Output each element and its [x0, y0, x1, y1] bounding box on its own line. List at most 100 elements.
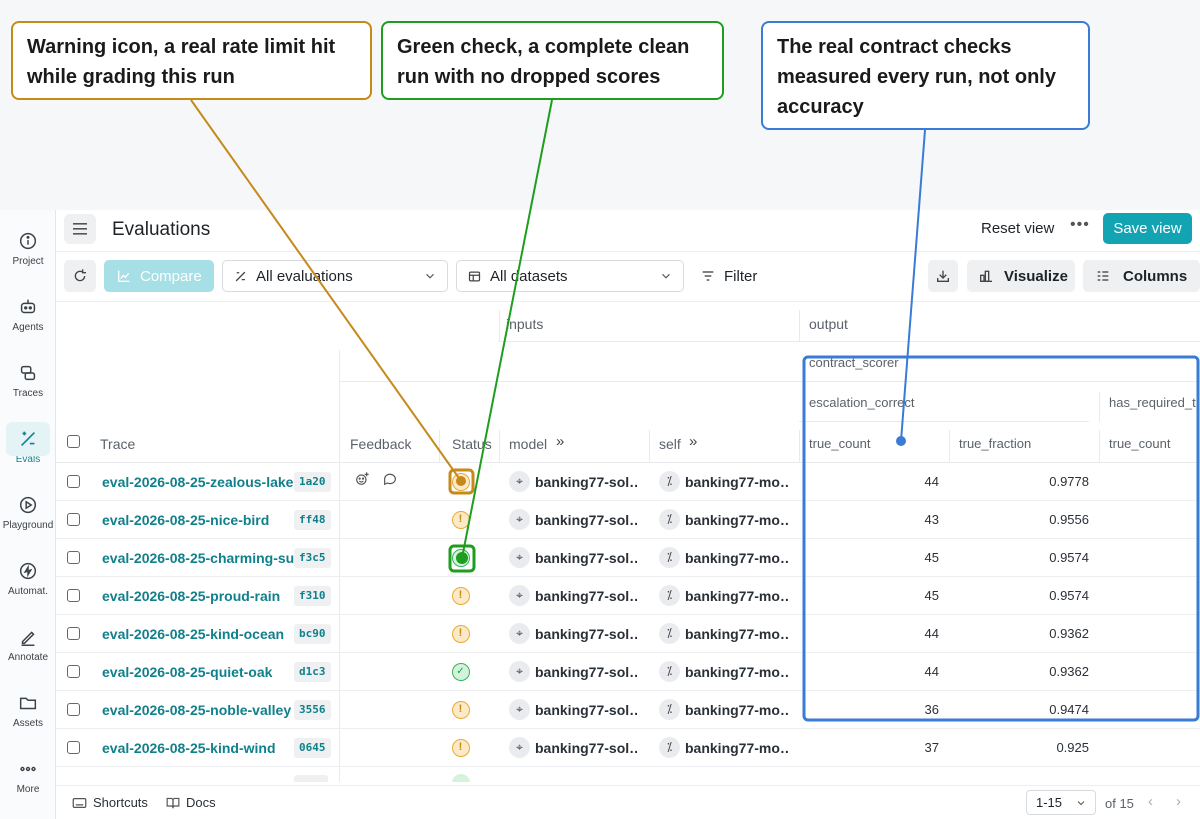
refresh-button[interactable]	[64, 260, 96, 292]
self-value[interactable]: banking77-mo…	[685, 626, 789, 642]
sidebar-item-agents[interactable]: Agents	[0, 288, 56, 344]
sidebar-item-annotate[interactable]: Annotate	[0, 618, 56, 674]
download-button[interactable]	[928, 260, 958, 292]
evaluations-select-value: All evaluations	[256, 267, 353, 285]
sidebar-item-automations[interactable]: Automat.	[0, 552, 56, 608]
status-warning-icon[interactable]	[452, 701, 470, 719]
model-value[interactable]: banking77-sol…	[535, 664, 637, 680]
row-checkbox[interactable]	[67, 741, 80, 754]
self-value[interactable]: banking77-mo…	[685, 474, 789, 490]
table-row[interactable]: eval-2026-08-25-proud-rain f310 ⌖ banking77…	[56, 577, 1200, 615]
comment-icon[interactable]	[382, 471, 398, 487]
status-success-icon[interactable]	[452, 549, 470, 567]
menu-button[interactable]	[64, 214, 96, 244]
status-warning-icon[interactable]	[452, 473, 470, 491]
model-value[interactable]: banking77-sol…	[535, 588, 637, 604]
expand-model-icon[interactable]: »	[556, 433, 564, 450]
trace-link[interactable]: eval-2026-08-25-nice-bird	[102, 512, 269, 528]
self-value[interactable]: banking77-mo…	[685, 512, 789, 528]
prev-page-button[interactable]: ‹	[1148, 793, 1153, 810]
save-view-button[interactable]: Save view	[1103, 213, 1192, 244]
model-value[interactable]: banking77-sol…	[535, 550, 637, 566]
status-success-icon[interactable]	[452, 663, 470, 681]
filter-button[interactable]: Filter	[700, 260, 770, 292]
true-count-value: 43	[924, 512, 939, 527]
true-fraction-value: 0.9574	[1049, 550, 1089, 565]
table-row[interactable]: eval-2026-08-25-charming-sunf3c5 ⌖ banking…	[56, 539, 1200, 577]
row-checkbox[interactable]	[67, 703, 80, 716]
self-value[interactable]: banking77-mo…	[685, 740, 789, 756]
compare-button[interactable]: Compare	[104, 260, 214, 292]
page-range-select[interactable]: 1-15	[1026, 790, 1096, 815]
column-header-true-count-2[interactable]: true_count	[1109, 436, 1170, 451]
trace-link[interactable]: eval-2026-08-25-zealous-lake	[102, 474, 293, 490]
sidebar-item-evals[interactable]: Evals	[0, 420, 56, 476]
shortcuts-link[interactable]: Shortcuts	[72, 795, 148, 810]
column-header-trace[interactable]: Trace	[100, 436, 135, 452]
column-header-model[interactable]: model	[509, 436, 547, 452]
row-checkbox[interactable]	[67, 513, 80, 526]
divider	[499, 430, 500, 462]
row-checkbox[interactable]	[67, 627, 80, 640]
trace-link[interactable]: eval-2026-08-25-proud-rain	[102, 588, 280, 604]
sidebar-item-more[interactable]: More	[0, 750, 56, 806]
sidebar-item-project[interactable]: Project	[0, 222, 56, 278]
trace-link[interactable]: eval-2026-08-25-kind-wind	[102, 740, 276, 756]
self-value[interactable]: banking77-mo…	[685, 588, 789, 604]
row-checkbox[interactable]	[67, 589, 80, 602]
select-all-checkbox[interactable]	[67, 435, 80, 448]
sidebar-item-label: More	[16, 784, 40, 795]
row-checkbox[interactable]	[67, 665, 80, 678]
add-emoji-icon[interactable]	[354, 471, 370, 487]
expand-self-icon[interactable]: »	[689, 433, 697, 450]
metric-header-required: has_required_t	[1109, 395, 1196, 410]
column-header-feedback[interactable]: Feedback	[350, 436, 411, 452]
table-row[interactable]: eval-2026-08-25-zealous-lake1a20 ⌖ banking…	[56, 463, 1200, 501]
true-count-value: 36	[924, 702, 939, 717]
table-row[interactable]: eval-2026-08-25-kind-ocean bc90 ⌖ banking77…	[56, 615, 1200, 653]
model-value[interactable]: banking77-sol…	[535, 626, 637, 642]
status-warning-icon[interactable]	[452, 625, 470, 643]
main-panel: Evaluations Reset view ••• Save view Com…	[56, 210, 1200, 819]
trace-link[interactable]: eval-2026-08-25-noble-valley	[102, 702, 291, 718]
datasets-select[interactable]: All datasets	[456, 260, 684, 292]
sparkle-icon: ⁒	[659, 623, 680, 644]
filter-label: Filter	[724, 267, 758, 285]
trace-link[interactable]: eval-2026-08-25-quiet-oak	[102, 664, 272, 680]
row-checkbox[interactable]	[67, 551, 80, 564]
model-value[interactable]: banking77-sol…	[535, 740, 637, 756]
column-header-self[interactable]: self	[659, 436, 681, 452]
reset-view-button[interactable]: Reset view	[981, 220, 1054, 237]
trace-link[interactable]: eval-2026-08-25-kind-ocean	[102, 626, 284, 642]
download-icon	[937, 270, 949, 282]
status-warning-icon[interactable]	[452, 587, 470, 605]
table-row[interactable]: eval-2026-08-25-quiet-oak d1c3 ⌖ banking77-…	[56, 653, 1200, 691]
status-warning-icon[interactable]	[452, 739, 470, 757]
status-warning-icon[interactable]	[452, 511, 470, 529]
columns-button[interactable]: Columns	[1083, 260, 1200, 292]
more-options-button[interactable]: •••	[1070, 216, 1090, 234]
self-value[interactable]: banking77-mo…	[685, 702, 789, 718]
trace-link[interactable]: eval-2026-08-25-charming-sun	[102, 550, 303, 566]
page-total: of 15	[1105, 796, 1134, 811]
table-row[interactable]: eval-2026-08-25-nice-bird ff48 ⌖ banking77-…	[56, 501, 1200, 539]
table-row[interactable]: eval-2026-08-25-noble-valley3556 ⌖ banking…	[56, 691, 1200, 729]
row-checkbox[interactable]	[67, 475, 80, 488]
column-header-true-fraction[interactable]: true_fraction	[959, 436, 1031, 451]
sparkle-icon: ⁒	[659, 585, 680, 606]
sidebar-item-assets[interactable]: Assets	[0, 684, 56, 740]
self-value[interactable]: banking77-mo…	[685, 664, 789, 680]
model-value[interactable]: banking77-sol…	[535, 702, 637, 718]
docs-link[interactable]: Docs	[166, 795, 216, 810]
next-page-button[interactable]: ›	[1176, 793, 1181, 810]
visualize-button[interactable]: Visualize	[967, 260, 1075, 292]
column-header-status[interactable]: Status	[452, 436, 492, 452]
column-header-true-count[interactable]: true_count	[809, 436, 870, 451]
table-row[interactable]: eval-2026-08-25-kind-wind 0645 ⌖ banking77-…	[56, 729, 1200, 767]
model-value[interactable]: banking77-sol…	[535, 474, 637, 490]
self-value[interactable]: banking77-mo…	[685, 550, 789, 566]
sidebar-item-traces[interactable]: Traces	[0, 354, 56, 410]
model-value[interactable]: banking77-sol…	[535, 512, 637, 528]
sidebar-item-playground[interactable]: Playground	[0, 486, 56, 542]
evaluations-select[interactable]: All evaluations	[222, 260, 448, 292]
